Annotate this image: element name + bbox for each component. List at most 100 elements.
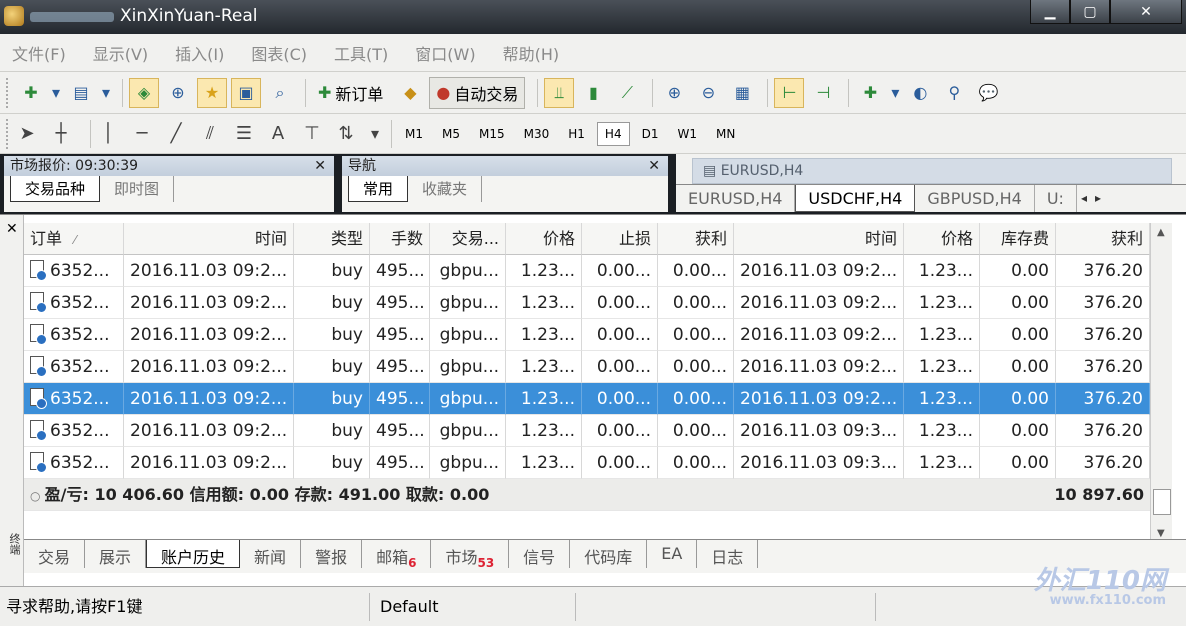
dropdown-arrow-icon[interactable]: ▾ xyxy=(369,119,381,149)
scroll-thumb[interactable] xyxy=(1153,489,1171,515)
column-header[interactable]: 获利 xyxy=(1056,223,1150,255)
timeframe-mn[interactable]: MN xyxy=(709,123,742,145)
tab-tick-chart[interactable]: 即时图 xyxy=(100,176,175,202)
trendline-icon[interactable]: ╱ xyxy=(165,123,187,144)
table-row[interactable]: 6352... 2016.11.03 09:2... buy 495... gbpu..… xyxy=(24,255,1150,287)
market-watch-icon[interactable]: ◈ xyxy=(129,77,159,108)
column-header[interactable]: 手数 xyxy=(370,223,430,255)
fibonacci-icon[interactable]: ☰ xyxy=(233,123,255,144)
horizontal-line-icon[interactable]: ─ xyxy=(131,123,153,144)
column-header[interactable]: 订单 ⁄ xyxy=(24,223,124,255)
strategy-tester-icon[interactable]: ⌕ xyxy=(265,78,295,108)
close-button[interactable]: ✕ xyxy=(1110,0,1182,24)
timeframe-m30[interactable]: M30 xyxy=(517,123,557,145)
new-order-button[interactable]: ✚ 新订单 xyxy=(312,77,389,109)
column-header[interactable]: 获利 xyxy=(658,223,734,255)
tab-signals[interactable]: 信号 xyxy=(509,540,571,568)
candlestick-icon[interactable]: ▮ xyxy=(578,78,608,108)
text-tool-icon[interactable]: A xyxy=(267,123,289,144)
menu-help[interactable]: 帮助(H) xyxy=(503,41,560,65)
maximize-button[interactable]: ▢ xyxy=(1070,0,1110,24)
column-header[interactable]: 止损 xyxy=(582,223,658,255)
chart-tab-gbpusd[interactable]: GBPUSD,H4 xyxy=(915,185,1035,212)
text-label-icon[interactable]: ⊤ xyxy=(301,123,323,144)
timeframe-h1[interactable]: H1 xyxy=(561,123,592,145)
chart-shift-icon[interactable]: ⊣ xyxy=(808,78,838,108)
scroll-up-icon[interactable]: ▲ xyxy=(1157,227,1165,238)
table-row[interactable]: 6352... 2016.11.03 09:2... buy 495... gbpu..… xyxy=(24,351,1150,383)
tab-experts[interactable]: EA xyxy=(647,540,698,568)
auto-trading-button[interactable]: ● 自动交易 xyxy=(429,76,526,109)
tab-account-history[interactable]: 账户历史 xyxy=(146,540,241,568)
table-row[interactable]: 6352... 2016.11.03 09:2... buy 495... gbpu..… xyxy=(24,415,1150,447)
timeframe-m5[interactable]: M5 xyxy=(435,123,467,145)
periods-icon[interactable]: ◐ xyxy=(905,78,935,108)
column-header[interactable]: 类型 xyxy=(294,223,370,255)
vertical-scrollbar[interactable]: ▲ ▼ xyxy=(1150,223,1172,543)
tab-exposure[interactable]: 展示 xyxy=(85,540,147,568)
tab-favorites[interactable]: 收藏夹 xyxy=(408,176,483,202)
metaeditor-icon[interactable]: ◆ xyxy=(395,78,425,108)
column-header[interactable]: 价格 xyxy=(904,223,980,255)
menu-tools[interactable]: 工具(T) xyxy=(334,41,388,65)
zoom-out-icon[interactable]: ⊖ xyxy=(693,78,723,108)
tab-news[interactable]: 新闻 xyxy=(240,540,302,568)
indicators-icon[interactable]: ✚ xyxy=(855,78,885,108)
tab-symbols[interactable]: 交易品种 xyxy=(10,176,101,202)
search-icon[interactable]: ⚲ xyxy=(939,78,969,108)
scroll-down-icon[interactable]: ▼ xyxy=(1157,528,1165,539)
chart-tab-usdchf[interactable]: USDCHF,H4 xyxy=(795,185,916,212)
chart-window-title[interactable]: ▤ EURUSD,H4 xyxy=(692,158,1172,184)
new-chart-icon[interactable]: ✚ xyxy=(16,78,46,108)
chart-tab-truncated[interactable]: U: xyxy=(1035,185,1077,212)
timeframe-h4[interactable]: H4 xyxy=(596,121,630,146)
tile-windows-icon[interactable]: ▦ xyxy=(727,78,757,108)
bar-chart-icon[interactable]: ⫫ xyxy=(544,77,575,108)
dropdown-arrow-icon[interactable]: ▾ xyxy=(50,78,62,108)
cursor-icon[interactable]: ➤ xyxy=(16,123,38,144)
timeframe-w1[interactable]: W1 xyxy=(670,123,704,145)
column-header[interactable]: 时间 xyxy=(734,223,904,255)
tab-code-base[interactable]: 代码库 xyxy=(570,540,648,568)
column-header[interactable]: 时间 xyxy=(124,223,294,255)
menu-charts[interactable]: 图表(C) xyxy=(251,41,307,65)
line-chart-icon[interactable]: ⟋ xyxy=(612,78,642,108)
table-row[interactable]: 6352... 2016.11.03 09:2... buy 495... gbpu..… xyxy=(24,447,1150,479)
table-row[interactable]: 6352... 2016.11.03 09:2... buy 495... gbpu..… xyxy=(24,319,1150,351)
menu-insert[interactable]: 插入(I) xyxy=(175,41,224,65)
close-icon[interactable]: ✕ xyxy=(648,156,660,176)
menu-window[interactable]: 窗口(W) xyxy=(415,41,475,65)
chat-icon[interactable]: 💬 xyxy=(973,78,1003,108)
channel-icon[interactable]: ⫽ xyxy=(199,123,221,144)
navigator-icon[interactable]: ★ xyxy=(197,77,227,108)
arrows-icon[interactable]: ⇅ xyxy=(335,123,357,144)
column-header[interactable]: 库存费 xyxy=(980,223,1056,255)
tab-mailbox[interactable]: 邮箱6 xyxy=(362,540,432,570)
toolbar-grip[interactable] xyxy=(6,77,10,108)
scroll-left-icon[interactable]: ◂ xyxy=(1077,185,1091,212)
data-window-icon[interactable]: ⊕ xyxy=(163,78,193,108)
profiles-icon[interactable]: ▤ xyxy=(66,78,96,108)
table-row[interactable]: 6352... 2016.11.03 09:2... buy 495... gbpu..… xyxy=(24,287,1150,319)
auto-scroll-icon[interactable]: ⊢ xyxy=(774,77,805,108)
tab-trade[interactable]: 交易 xyxy=(24,540,86,568)
terminal-icon[interactable]: ▣ xyxy=(231,77,261,108)
tab-market[interactable]: 市场53 xyxy=(431,540,510,570)
crosshair-icon[interactable]: ┼ xyxy=(50,123,72,144)
timeframe-d1[interactable]: D1 xyxy=(635,123,666,145)
status-profile[interactable]: Default xyxy=(370,592,576,621)
minimize-button[interactable]: ▁ xyxy=(1030,0,1070,24)
column-header[interactable]: 交易... xyxy=(430,223,506,255)
dropdown-arrow-icon[interactable]: ▾ xyxy=(100,78,112,108)
vertical-line-icon[interactable]: │ xyxy=(97,123,119,144)
tab-common[interactable]: 常用 xyxy=(348,176,409,202)
timeframe-m1[interactable]: M1 xyxy=(398,123,430,145)
chart-tab-eurusd[interactable]: EURUSD,H4 xyxy=(676,185,796,212)
close-icon[interactable]: ✕ xyxy=(314,156,326,176)
zoom-in-icon[interactable]: ⊕ xyxy=(659,78,689,108)
tab-journal[interactable]: 日志 xyxy=(697,540,759,568)
timeframe-m15[interactable]: M15 xyxy=(472,123,512,145)
scroll-right-icon[interactable]: ▸ xyxy=(1091,185,1105,212)
table-row[interactable]: 6352... 2016.11.03 09:2... buy 495... gbpu..… xyxy=(24,383,1150,415)
toolbar-grip[interactable] xyxy=(6,118,10,149)
